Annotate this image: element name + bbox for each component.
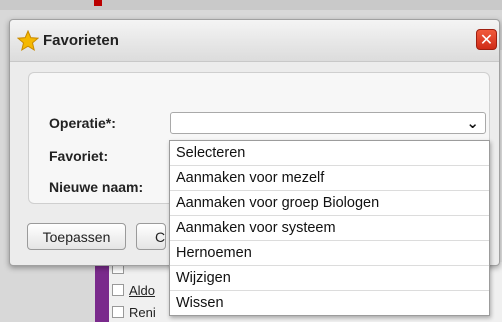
chevron-down-icon: ⌄ xyxy=(466,115,479,132)
option-aanmaken-groep[interactable]: Aanmaken voor groep Biologen xyxy=(170,191,489,216)
option-wissen[interactable]: Wissen xyxy=(170,291,489,316)
operatie-label: Operatie*: xyxy=(49,115,116,131)
option-hernoemen[interactable]: Hernoemen xyxy=(170,241,489,266)
dialog-title: Favorieten xyxy=(43,32,119,49)
dialog-titlebar[interactable]: Favorieten ✕ xyxy=(10,20,499,62)
background-sidebar xyxy=(95,262,109,322)
cancel-button[interactable]: C xyxy=(136,223,166,250)
background-list-item[interactable]: Aldo xyxy=(112,283,155,299)
option-wijzigen[interactable]: Wijzigen xyxy=(170,266,489,291)
checkbox[interactable] xyxy=(112,284,124,296)
operatie-select[interactable]: ⌄ xyxy=(170,112,486,134)
toepassen-button[interactable]: Toepassen xyxy=(27,223,126,250)
background-item-link[interactable]: Aldo xyxy=(129,283,155,298)
background-item-link[interactable]: Reni xyxy=(129,305,156,320)
checkbox[interactable] xyxy=(112,306,124,318)
option-aanmaken-mezelf[interactable]: Aanmaken voor mezelf xyxy=(170,166,489,191)
close-button[interactable]: ✕ xyxy=(476,29,497,50)
favoriet-label: Favoriet: xyxy=(49,148,109,164)
nieuwe-naam-label: Nieuwe naam: xyxy=(49,179,144,195)
option-selecteren[interactable]: Selecteren xyxy=(170,141,489,166)
close-icon: ✕ xyxy=(479,31,494,49)
background-list-item[interactable]: Reni xyxy=(112,305,156,321)
star-icon xyxy=(16,29,40,52)
background-header xyxy=(0,0,502,10)
background-accent xyxy=(94,0,102,6)
option-aanmaken-systeem[interactable]: Aanmaken voor systeem xyxy=(170,216,489,241)
operatie-dropdown-list: Selecteren Aanmaken voor mezelf Aanmaken… xyxy=(169,140,490,316)
